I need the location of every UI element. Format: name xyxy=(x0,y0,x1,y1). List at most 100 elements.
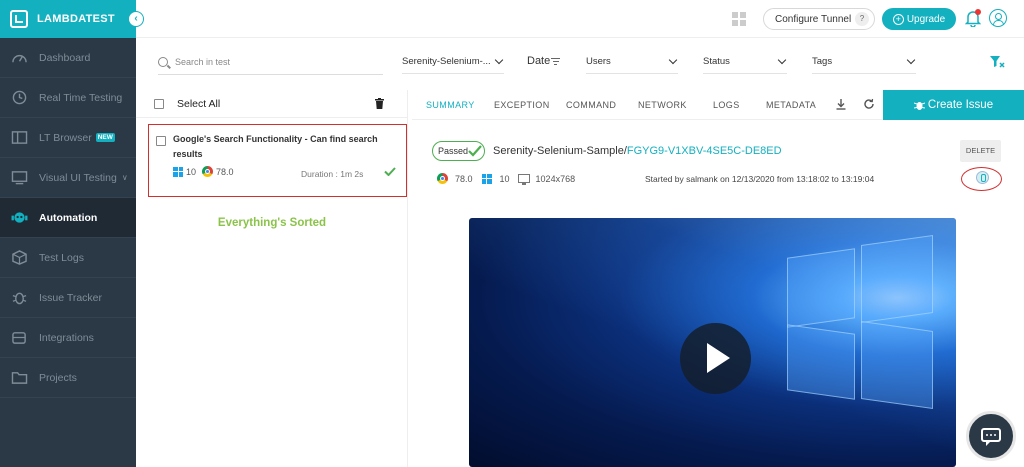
sidebar-item-label: Integrations xyxy=(39,331,94,344)
chevron-down-icon xyxy=(494,55,504,65)
upgrade-label: Upgrade xyxy=(906,13,946,25)
sidebar-item-label: Real Time Testing xyxy=(39,91,123,104)
top-bar: Configure Tunnel ? + Upgrade xyxy=(136,0,1024,38)
select-all-checkbox[interactable] xyxy=(154,98,164,109)
chat-icon xyxy=(981,428,1001,446)
build-select[interactable]: Serenity-Selenium-... xyxy=(402,50,504,74)
window-pane xyxy=(787,324,855,400)
download-icon[interactable] xyxy=(835,98,847,110)
sidebar-item-label: Visual UI Testing xyxy=(39,171,117,184)
os-version: 10 xyxy=(499,173,510,184)
sorted-message: Everything's Sorted xyxy=(217,217,327,229)
sidebar-item-label: Issue Tracker xyxy=(39,291,103,304)
user-profile-icon[interactable] xyxy=(989,9,1007,27)
sidebar-item-automation[interactable]: Automation xyxy=(0,198,136,238)
window-pane xyxy=(861,320,933,410)
create-issue-label: Create Issue xyxy=(927,99,994,111)
search-icon xyxy=(158,56,168,67)
brand-name: LAMBDATEST xyxy=(37,13,115,25)
tab-network[interactable]: NETWORK xyxy=(638,100,687,110)
speedometer-icon xyxy=(10,50,28,66)
tags-select-value: Tags xyxy=(812,56,833,67)
sidebar-item-label: Automation xyxy=(39,211,98,224)
chrome-icon xyxy=(437,173,448,184)
search-input[interactable] xyxy=(175,56,365,67)
filter-bar: Serenity-Selenium-... Date Users Status … xyxy=(136,38,1024,90)
tab-command[interactable]: COMMAND xyxy=(566,100,616,110)
users-select[interactable]: Users xyxy=(586,50,678,74)
bug-icon xyxy=(913,102,925,110)
sort-icon[interactable] xyxy=(551,58,560,67)
chrome-icon xyxy=(202,166,214,177)
build-select-value: Serenity-Selenium-... xyxy=(402,56,491,67)
browser-version: 78.0 xyxy=(455,173,473,184)
sidebar-item-label: LT Browser xyxy=(39,131,92,144)
search-box xyxy=(158,49,383,75)
test-list-panel: Select All Google's Search Functionality… xyxy=(136,90,408,467)
test-list-item[interactable]: Google's Search Functionality - Can find… xyxy=(148,124,407,197)
chat-support-button[interactable] xyxy=(966,411,1016,461)
plus-circle-icon: + xyxy=(892,13,904,25)
status-select-value: Status xyxy=(703,56,730,67)
apps-grid-icon[interactable] xyxy=(732,12,746,26)
sidebar-item-visual-ui-testing[interactable]: Visual UI Testing ∨ xyxy=(0,158,136,198)
window-pane xyxy=(787,248,855,328)
sidebar-item-lt-browser[interactable]: LT Browser NEW xyxy=(0,118,136,158)
brand-header[interactable]: LAMBDATEST ‹ xyxy=(0,0,144,38)
tab-logs[interactable]: LOGS xyxy=(713,100,740,110)
tab-summary[interactable]: SUMMARY xyxy=(426,100,475,110)
create-issue-button[interactable]: Create Issue xyxy=(883,90,1024,120)
users-select-value: Users xyxy=(586,56,611,67)
tab-metadata[interactable]: METADATA xyxy=(766,100,816,110)
list-header: Select All xyxy=(136,90,407,118)
started-info: Started by salmank on 12/13/2020 from 13… xyxy=(645,174,875,184)
help-icon[interactable]: ? xyxy=(855,12,869,26)
browser-icon xyxy=(10,130,28,146)
clock-icon xyxy=(10,90,28,106)
status-select[interactable]: Status xyxy=(703,50,787,74)
test-detail-panel: SUMMARY EXCEPTION COMMAND NETWORK LOGS M… xyxy=(412,90,1024,467)
session-title: Serenity-Selenium-Sample/FGYG9-V1XBV-4SE… xyxy=(493,145,782,157)
sidebar-item-issue-tracker[interactable]: Issue Tracker xyxy=(0,278,136,318)
sidebar-item-test-logs[interactable]: Test Logs xyxy=(0,238,136,278)
session-id-link[interactable]: FGYG9-V1XBV-4SE5C-DE8ED xyxy=(627,145,782,157)
test-title[interactable]: Google's Search Functionality - Can find… xyxy=(173,132,401,162)
date-sort-label[interactable]: Date xyxy=(527,55,550,67)
refresh-icon[interactable] xyxy=(863,98,875,110)
build-name: Serenity-Selenium-Sample/ xyxy=(493,145,627,157)
bug-icon xyxy=(10,290,28,306)
sidebar-item-projects[interactable]: Projects xyxy=(0,358,136,398)
folder-icon xyxy=(10,370,28,386)
windows-icon xyxy=(173,166,183,177)
test-checkbox[interactable] xyxy=(156,136,166,146)
configure-tunnel-button[interactable]: Configure Tunnel ? xyxy=(763,8,875,30)
windows-icon xyxy=(481,173,492,184)
video-player[interactable] xyxy=(469,218,956,467)
trash-icon[interactable] xyxy=(375,98,384,109)
browser-version: 78.0 xyxy=(216,166,234,177)
detail-tabs: SUMMARY EXCEPTION COMMAND NETWORK LOGS M… xyxy=(412,90,1024,120)
new-badge: NEW xyxy=(95,133,115,142)
sidebar-item-dashboard[interactable]: Dashboard xyxy=(0,38,136,78)
play-button[interactable] xyxy=(680,323,751,394)
tab-exception[interactable]: EXCEPTION xyxy=(494,100,550,110)
status-label: Passed xyxy=(438,146,469,156)
monitor-icon xyxy=(517,174,530,185)
status-badge: Passed xyxy=(432,141,486,161)
sidebar-item-label: Test Logs xyxy=(39,251,84,264)
lambdatest-logo-icon xyxy=(10,10,28,28)
upgrade-button[interactable]: + Upgrade xyxy=(882,8,956,30)
collapse-sidebar-button[interactable]: ‹ xyxy=(128,11,144,27)
filter-funnel-icon[interactable] xyxy=(989,55,1005,68)
robot-icon xyxy=(10,210,28,226)
cube-icon xyxy=(10,250,28,266)
tags-select[interactable]: Tags xyxy=(812,50,916,74)
environment-row: 78.0 10 1024x768 xyxy=(437,173,575,185)
sidebar-item-real-time-testing[interactable]: Real Time Testing xyxy=(0,78,136,118)
notification-dot xyxy=(975,9,981,15)
delete-button[interactable]: DELETE xyxy=(960,140,1001,162)
chevron-down-icon xyxy=(777,55,787,65)
user-avatar[interactable] xyxy=(976,171,989,184)
sidebar-item-integrations[interactable]: Integrations xyxy=(0,318,136,358)
sidebar-item-label: Dashboard xyxy=(39,51,91,64)
